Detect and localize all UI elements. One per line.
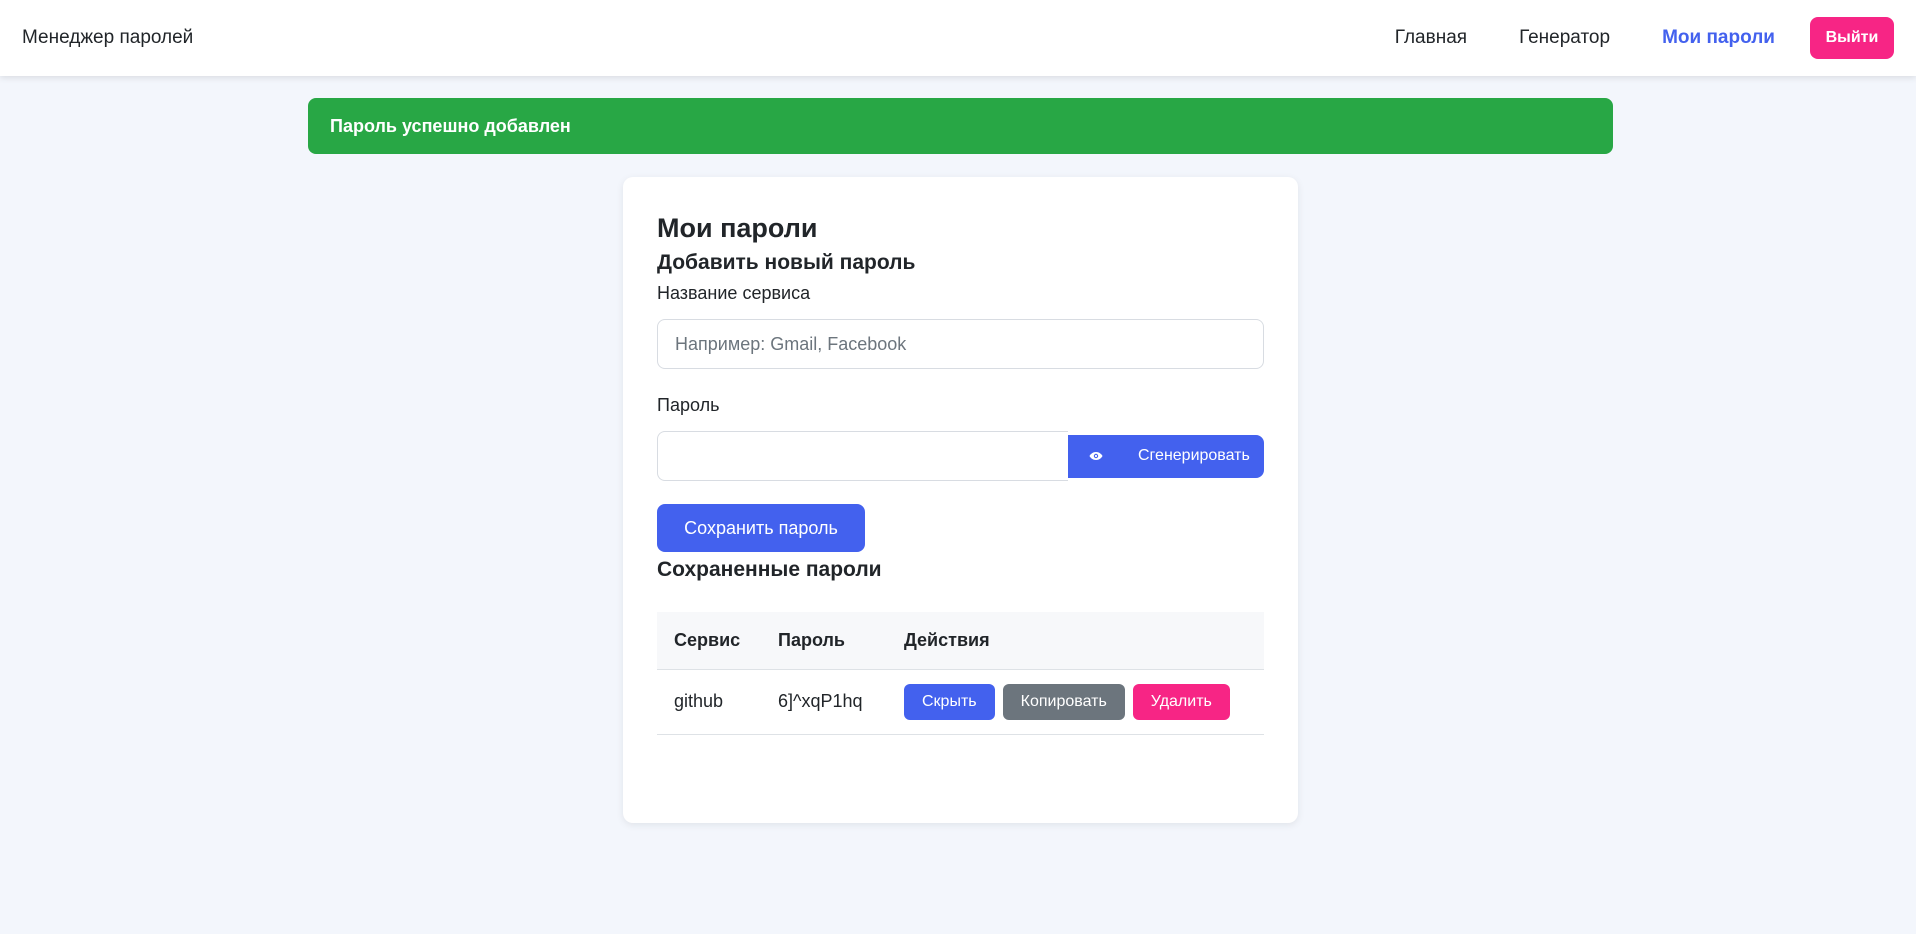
nav-link-my-passwords[interactable]: Мои пароли — [1662, 27, 1775, 49]
success-alert: Пароль успешно добавлен — [308, 98, 1613, 154]
cell-service: github — [657, 669, 761, 735]
eye-icon — [1089, 452, 1103, 460]
add-password-title: Добавить новый пароль — [657, 251, 916, 274]
password-row: Сгенерировать — [657, 431, 1264, 481]
copy-button[interactable]: Копировать — [1002, 683, 1125, 720]
logout-button[interactable]: Выйти — [1810, 17, 1894, 59]
header-service: Сервис — [657, 612, 761, 670]
cell-password: 6]^xqP1hq — [761, 669, 887, 735]
passwords-card: Мои пароли Добавить новый пароль Названи… — [623, 177, 1298, 823]
delete-button[interactable]: Удалить — [1132, 683, 1230, 720]
generate-button[interactable]: Сгенерировать — [1124, 434, 1264, 478]
service-input[interactable] — [657, 319, 1264, 369]
table-row: github 6]^xqP1hq Скрыть Копировать Удалить — [657, 669, 1264, 735]
saved-passwords-title: Сохраненные пароли — [657, 558, 882, 581]
toggle-visibility-button[interactable] — [1068, 434, 1124, 478]
nav-links: Главная Генератор Мои пароли Выйти — [1343, 17, 1894, 59]
passwords-table: Сервис Пароль Действия github 6]^xqP1hq … — [657, 612, 1264, 735]
page-title: Мои пароли — [657, 213, 818, 243]
brand-title[interactable]: Менеджер паролей — [22, 27, 193, 49]
nav-link-generator[interactable]: Генератор — [1519, 27, 1610, 49]
header-actions: Действия — [887, 612, 1264, 670]
save-password-button[interactable]: Сохранить пароль — [657, 504, 865, 552]
hide-button[interactable]: Скрыть — [904, 683, 995, 720]
cell-actions: Скрыть Копировать Удалить — [887, 669, 1264, 735]
nav-link-home[interactable]: Главная — [1395, 27, 1467, 49]
password-label: Пароль — [657, 395, 720, 415]
service-label: Название сервиса — [657, 283, 811, 303]
navbar: Менеджер паролей Главная Генератор Мои п… — [0, 0, 1916, 76]
header-password: Пароль — [761, 612, 887, 670]
table-header-row: Сервис Пароль Действия — [657, 612, 1264, 670]
password-input[interactable] — [657, 431, 1068, 481]
